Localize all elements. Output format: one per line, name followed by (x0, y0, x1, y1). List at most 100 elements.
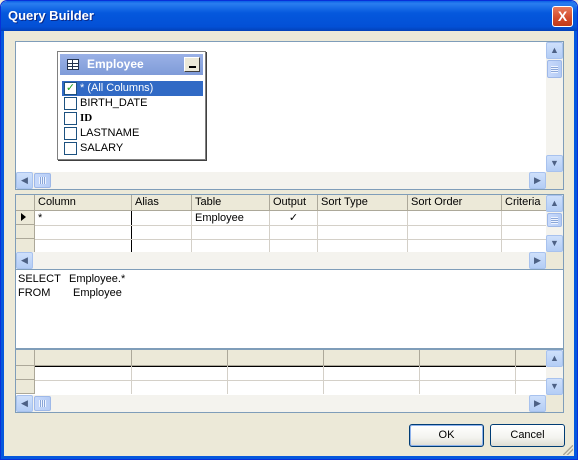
grid-cell-criteria[interactable] (502, 211, 548, 225)
diagram-hscroll-thumb[interactable] (34, 173, 51, 188)
row-selector[interactable] (16, 225, 35, 239)
diagram-vertical-scrollbar[interactable]: ▲ ▼ (546, 42, 563, 172)
scroll-left-icon[interactable]: ◀ (16, 252, 33, 269)
scroll-up-icon[interactable]: ▲ (546, 195, 563, 212)
row-selector[interactable] (16, 366, 35, 380)
sql-select-value: Employee.* (69, 273, 126, 285)
grid-divider (35, 225, 548, 226)
results-header[interactable] (35, 350, 132, 366)
minimize-icon[interactable] (184, 57, 200, 72)
current-row-icon (21, 213, 26, 221)
scroll-left-icon[interactable]: ◀ (16, 395, 33, 412)
grid-header-criteria[interactable]: Criteria (502, 195, 548, 211)
scroll-corner (546, 172, 563, 189)
table-widget-header[interactable]: Employee (60, 54, 203, 75)
grid-divider (323, 366, 324, 394)
column-label: ID (80, 112, 93, 124)
scroll-up-icon[interactable]: ▲ (546, 42, 563, 59)
title-bar[interactable]: Query Builder X (1, 1, 577, 31)
grid-divider (35, 366, 548, 367)
grid-vertical-scrollbar[interactable]: ▲ ▼ (546, 195, 563, 252)
scroll-up-icon[interactable]: ▲ (546, 350, 563, 367)
row-selector[interactable] (16, 380, 35, 394)
column-item-id[interactable]: ID (62, 111, 203, 126)
results-hscroll-thumb[interactable] (34, 396, 51, 411)
results-header[interactable] (132, 350, 228, 366)
column-item-all[interactable]: ✓ * (All Columns) (62, 81, 203, 96)
grid-cell-alias[interactable] (132, 211, 191, 225)
grid-corner-header (16, 195, 35, 211)
scroll-down-icon[interactable]: ▼ (546, 155, 563, 172)
diagram-pane: Employee ✓ * (All Columns) BIRTH_DATE ID… (15, 41, 564, 190)
grid-cell-sort-order[interactable] (408, 211, 501, 225)
checkbox-lastname[interactable] (64, 127, 77, 140)
row-selector[interactable] (16, 211, 35, 225)
window-title: Query Builder (8, 8, 94, 23)
criteria-grid-pane: Column Alias Table Output Sort Type Sort… (15, 194, 564, 270)
scroll-down-icon[interactable]: ▼ (546, 378, 563, 395)
grid-cell-column[interactable]: * (35, 211, 131, 225)
cancel-button[interactable]: Cancel (490, 424, 565, 447)
close-icon: X (557, 8, 568, 24)
results-header[interactable] (228, 350, 324, 366)
grid-divider (419, 366, 420, 394)
sql-keyword-from: FROM (18, 287, 51, 299)
frame-left (1, 31, 4, 459)
results-header[interactable] (324, 350, 420, 366)
frame-right (574, 31, 577, 459)
resize-grip-icon[interactable] (563, 445, 573, 455)
results-vertical-scrollbar[interactable]: ▲ ▼ (546, 350, 563, 395)
results-header[interactable] (420, 350, 516, 366)
grid-cell-table[interactable]: Employee (192, 211, 269, 225)
scroll-down-icon[interactable]: ▼ (546, 235, 563, 252)
grid-vscroll-thumb[interactable] (547, 213, 562, 227)
diagram-horizontal-scrollbar[interactable]: ◀ ▶ (16, 172, 546, 189)
sql-pane[interactable]: SELECT Employee.* FROM Employee (15, 270, 564, 349)
column-item-salary[interactable]: SALARY (62, 141, 203, 156)
grid-divider (35, 239, 548, 240)
column-label: BIRTH_DATE (80, 97, 148, 109)
grip-icon (551, 66, 558, 73)
sql-keyword-select: SELECT (18, 273, 61, 285)
scroll-left-icon[interactable]: ◀ (16, 172, 33, 189)
scroll-right-icon[interactable]: ▶ (529, 395, 546, 412)
grip-icon (551, 217, 558, 224)
grid-header-sort-order[interactable]: Sort Order (408, 195, 502, 211)
checkbox-birth-date[interactable] (64, 97, 77, 110)
column-item-lastname[interactable]: LASTNAME (62, 126, 203, 141)
checkbox-all-columns[interactable]: ✓ (64, 82, 77, 95)
grid-divider (515, 366, 516, 394)
grid-header-sort-type[interactable]: Sort Type (318, 195, 408, 211)
checkbox-id[interactable] (64, 112, 77, 125)
diagram-vscroll-thumb[interactable] (547, 60, 562, 78)
grid-horizontal-scrollbar[interactable]: ◀ ▶ (16, 252, 546, 269)
column-item-birth-date[interactable]: BIRTH_DATE (62, 96, 203, 111)
grid-cell-output-check-icon[interactable]: ✓ (270, 211, 317, 225)
scroll-right-icon[interactable]: ▶ (529, 172, 546, 189)
grip-icon (39, 177, 46, 184)
sql-from-value: Employee (73, 287, 122, 299)
grid-header-table[interactable]: Table (192, 195, 270, 211)
grid-divider (35, 380, 548, 381)
grid-divider (227, 366, 228, 394)
table-widget-employee[interactable]: Employee ✓ * (All Columns) BIRTH_DATE ID… (57, 51, 206, 160)
scroll-corner (546, 252, 563, 269)
frame-bottom (1, 456, 577, 459)
close-button[interactable]: X (552, 6, 573, 27)
grid-header-output[interactable]: Output (270, 195, 318, 211)
column-label: LASTNAME (80, 127, 140, 139)
grid-divider (131, 366, 132, 394)
results-horizontal-scrollbar[interactable]: ◀ ▶ (16, 395, 546, 412)
scroll-right-icon[interactable]: ▶ (529, 252, 546, 269)
results-header[interactable] (516, 350, 548, 366)
row-selector[interactable] (16, 239, 35, 253)
table-icon (67, 59, 79, 70)
ok-button[interactable]: OK (409, 424, 484, 447)
grid-header-alias[interactable]: Alias (132, 195, 192, 211)
grid-header-column[interactable]: Column (35, 195, 132, 211)
results-pane: ▲ ▼ ◀ ▶ (15, 349, 564, 413)
checkbox-salary[interactable] (64, 142, 77, 155)
grid-cell-sort-type[interactable] (318, 211, 407, 225)
results-corner-header (16, 350, 35, 366)
scroll-corner (546, 395, 563, 412)
